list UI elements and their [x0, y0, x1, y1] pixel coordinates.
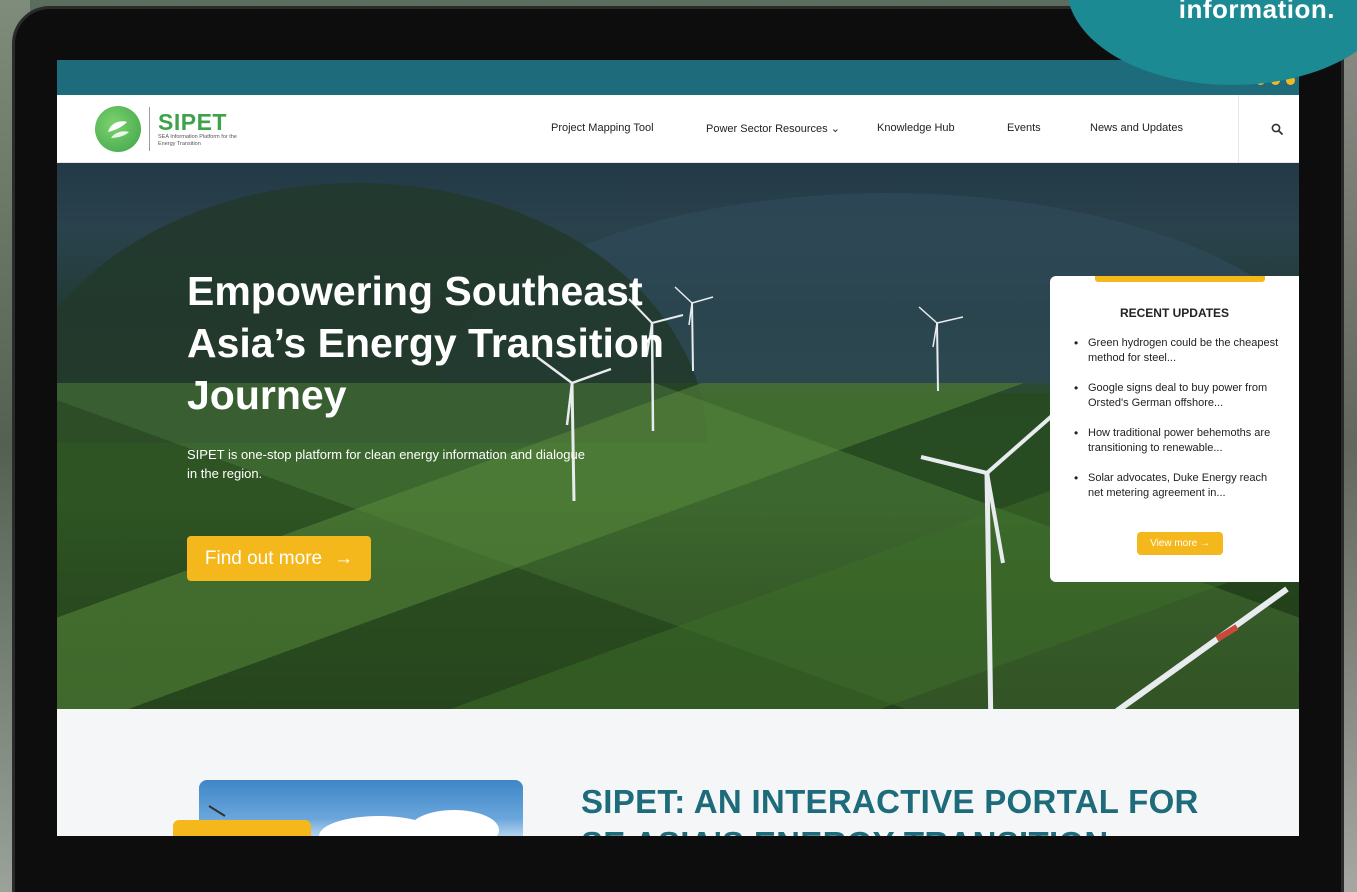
top-bar	[57, 60, 1299, 95]
main-nav: Project Mapping Tool Power Sector Resour…	[57, 95, 1299, 163]
nav-item-events[interactable]: Events	[1007, 122, 1041, 134]
nav-item-knowledge-hub[interactable]: Knowledge Hub	[877, 122, 955, 134]
hero-section: Empowering Southeast Asia’s Energy Trans…	[57, 163, 1299, 709]
hero-subtitle: SIPET is one-stop platform for clean ene…	[187, 447, 585, 481]
recent-update-item[interactable]: Green hydrogen could be the cheapest met…	[1066, 336, 1283, 366]
nav-separator	[1238, 95, 1239, 163]
nav-item-project-mapping-tool[interactable]: Project Mapping Tool	[551, 122, 654, 134]
arrow-right-icon: →	[334, 547, 354, 569]
find-out-more-button[interactable]: Find out more →	[187, 536, 371, 581]
website-screen: SIPET SEA Information Platform for the E…	[57, 60, 1299, 836]
nav-item-power-sector-resources[interactable]: Power Sector Resources ⌄	[706, 122, 840, 135]
view-more-button[interactable]: View more →	[1137, 532, 1223, 555]
find-out-more-label: Find out more	[204, 547, 323, 569]
cloud-shape	[409, 810, 499, 836]
recent-updates-title: RECENT UPDATES	[1119, 306, 1230, 320]
navbar: SIPET SEA Information Platform for the E…	[57, 95, 1299, 163]
wind-turbine-icon	[918, 306, 964, 392]
intro-heading: SIPET: AN INTERACTIVE PORTAL FOR	[581, 783, 1199, 820]
recent-update-item[interactable]: Google signs deal to buy power from Orst…	[1066, 381, 1283, 411]
wind-turbine-icon	[920, 413, 1055, 709]
corner-caption: information.	[1178, 0, 1335, 24]
intro-section: SIPET: AN INTERACTIVE PORTAL FOR SE ASIA…	[57, 709, 1299, 836]
recent-update-item[interactable]: How traditional power behemoths are tran…	[1066, 426, 1283, 456]
intro-heading-line-2: SE ASIA'S ENERGY TRANSITION	[581, 825, 1281, 836]
recent-updates-card: RECENT UPDATES Green hydrogen could be t…	[1050, 276, 1299, 582]
recent-update-item[interactable]: Solar advocates, Duke Energy reach net m…	[1066, 471, 1283, 501]
wind-turbine-blade-icon	[1115, 586, 1289, 709]
intro-image-tag	[173, 820, 311, 836]
nav-item-news-and-updates[interactable]: News and Updates	[1090, 122, 1183, 134]
search-icon[interactable]	[1271, 122, 1283, 140]
recent-updates-list: Green hydrogen could be the cheapest met…	[1066, 336, 1283, 501]
hero-title: Empowering Southeast Asia’s Energy Trans…	[187, 268, 664, 418]
recent-updates-accent-bar	[1095, 276, 1265, 282]
